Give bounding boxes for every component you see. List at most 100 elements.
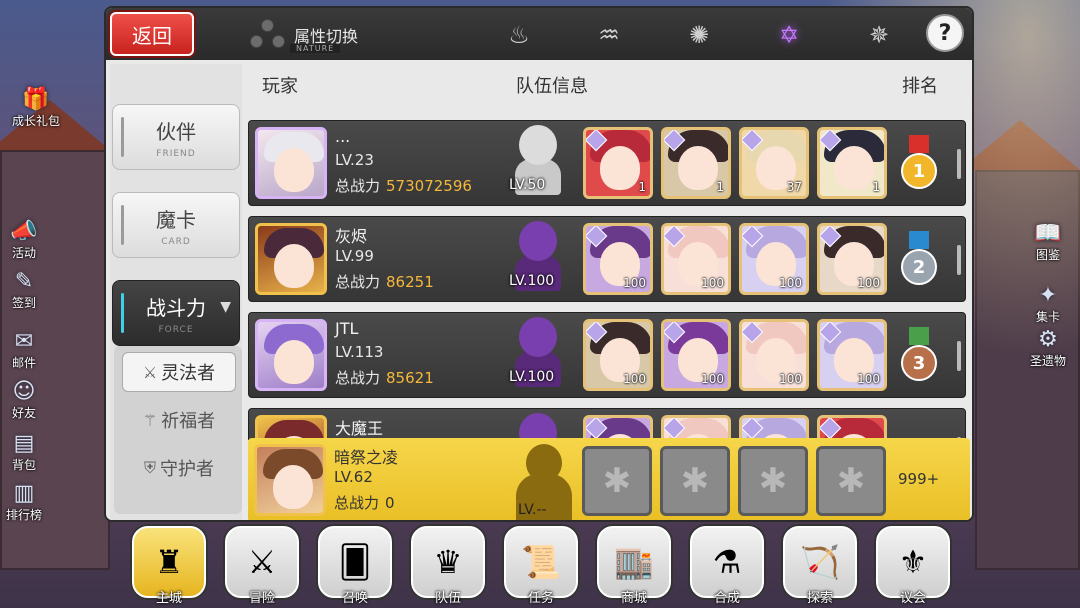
- nav-shop[interactable]: 🏬 商城: [597, 526, 671, 606]
- table-row[interactable]: 灰烬 LV.99 总战力 86251 LV.100 100 100 100 100 2: [248, 216, 966, 302]
- team-card[interactable]: 100: [583, 223, 653, 295]
- side-menu-checkin[interactable]: ✎ 签到: [0, 266, 56, 311]
- subtab-item[interactable]: ⚚ 祈福者: [122, 400, 236, 440]
- ranking-panel: 返回 属性切换 NATURE ♨ ♒ ✺ ✡ ✵ ? 玩家 队伍信息 排名 伙伴 FRIE…: [104, 6, 974, 522]
- empty-card-slot[interactable]: ✱: [816, 446, 886, 516]
- help-button[interactable]: ?: [926, 14, 964, 52]
- self-leader-level: LV.--: [518, 502, 547, 518]
- power-value: 86251: [386, 273, 434, 291]
- side-menu-ranking[interactable]: ▥ 排行榜: [0, 478, 56, 523]
- leader-level: LV.100: [509, 369, 555, 385]
- team-card[interactable]: 100: [661, 319, 731, 391]
- player-power: 总战力 573072596: [335, 175, 472, 196]
- nav-castle[interactable]: ♜ 主城: [132, 526, 206, 606]
- player-avatar[interactable]: [255, 223, 327, 295]
- tab-card[interactable]: 魔卡 CARD: [112, 192, 240, 258]
- summon-icon: 🂠: [338, 543, 372, 581]
- team-card[interactable]: 100: [817, 319, 887, 391]
- leader-character: [511, 403, 565, 440]
- nav-label: 召唤: [341, 591, 368, 606]
- player-avatar[interactable]: [255, 415, 327, 440]
- team-card[interactable]: 100: [739, 319, 809, 391]
- table-row[interactable]: JTL LV.113 总战力 85621 LV.100 100 100 100 100 3: [248, 312, 966, 398]
- side-menu-mail[interactable]: ✉ 邮件: [0, 326, 56, 371]
- player-level: LV.23: [335, 151, 374, 169]
- back-button[interactable]: 返回: [110, 12, 194, 56]
- side-menu-cards[interactable]: ✦ 集卡: [1016, 280, 1080, 325]
- class-subtabs: ⚔ 灵法者 ⚚ 祈福者 ⛨ 守护者: [114, 346, 242, 514]
- nature-switch[interactable]: 属性切换 NATURE: [250, 18, 358, 53]
- chevron-down-icon: ▼: [220, 299, 231, 315]
- tab-force[interactable]: 战斗力 FORCE ▼: [112, 280, 240, 346]
- side-menu-relic[interactable]: ⚙ 圣遗物: [1016, 324, 1080, 369]
- team-card[interactable]: 100: [583, 319, 653, 391]
- water-icon[interactable]: ♒: [592, 18, 626, 52]
- nav-explore[interactable]: 🏹 探索: [783, 526, 857, 606]
- card-level: 100: [779, 276, 802, 290]
- table-row[interactable]: 大魔王LV.95总战力: [248, 408, 966, 440]
- team-card[interactable]: [661, 415, 731, 440]
- bottom-nav: ♜ 主城 ⚔ 冒险 🂠 召唤 ♛ 队伍 📜 任务 🏬 商城 ⚗ 合成 🏹 探索 ⚜ 议会: [128, 526, 952, 608]
- player-name: JTL: [335, 319, 359, 338]
- rank-medal-icon: 1: [901, 135, 937, 193]
- ranking-list[interactable]: ... LV.23 总战力 573072596 LV.50 1 1 37 1 1 灰烬 LV.99 总战…: [248, 120, 970, 440]
- empty-card-slot[interactable]: ✱: [660, 446, 730, 516]
- side-menu-bag[interactable]: ▤ 背包: [0, 428, 56, 473]
- nav-council[interactable]: ⚜ 议会: [876, 526, 950, 606]
- tab-label: 魔卡: [156, 207, 196, 232]
- wind-icon[interactable]: ✺: [682, 18, 716, 52]
- team-card[interactable]: [739, 415, 809, 440]
- team-card[interactable]: 1: [661, 127, 731, 199]
- nav-label: 队伍: [434, 591, 461, 606]
- team-card[interactable]: 1: [817, 127, 887, 199]
- tab-friend[interactable]: 伙伴 FRIEND: [112, 104, 240, 170]
- table-row[interactable]: ... LV.23 总战力 573072596 LV.50 1 1 37 1 1: [248, 120, 966, 206]
- team-card[interactable]: 100: [661, 223, 731, 295]
- side-menu-label: 集卡: [1035, 310, 1060, 324]
- empty-card-slot[interactable]: ✱: [738, 446, 808, 516]
- flame-icon[interactable]: ♨: [502, 18, 536, 52]
- nav-label: 合成: [713, 591, 740, 606]
- team-card[interactable]: [583, 415, 653, 440]
- nav-sword[interactable]: ⚔ 冒险: [225, 526, 299, 606]
- gift-icon: 🎁: [22, 86, 50, 112]
- self-power-value: 0: [385, 494, 395, 512]
- team-card[interactable]: 1: [583, 127, 653, 199]
- self-avatar[interactable]: [254, 444, 326, 516]
- nav-quest[interactable]: 📜 任务: [504, 526, 578, 606]
- power-label: 总战力: [335, 369, 381, 387]
- side-menu-label: 图鉴: [1035, 248, 1060, 262]
- nav-team[interactable]: ♛ 队伍: [411, 526, 485, 606]
- side-menu-gift[interactable]: 🎁 成长礼包: [4, 84, 68, 129]
- leader-character: LV.50: [509, 120, 565, 203]
- player-avatar[interactable]: [255, 127, 327, 199]
- row-scroll-indicator: [957, 149, 961, 179]
- nav-synthesis[interactable]: ⚗ 合成: [690, 526, 764, 606]
- player-avatar[interactable]: [255, 319, 327, 391]
- book-icon: 📖: [1034, 220, 1062, 246]
- side-menu-book[interactable]: 📖 图鉴: [1016, 218, 1080, 263]
- side-menu-friends[interactable]: ☺ 好友: [0, 376, 56, 421]
- sword-icon: ⚔: [247, 543, 277, 581]
- card-level: 100: [779, 372, 802, 386]
- rank-number: 1: [901, 153, 937, 189]
- side-menu-megaphone[interactable]: 📣 活动: [0, 216, 56, 261]
- team-card[interactable]: 100: [739, 223, 809, 295]
- self-leader-silhouette: LV.--: [510, 438, 580, 520]
- arcane-icon[interactable]: ✡: [772, 18, 806, 52]
- council-icon: ⚜: [898, 543, 928, 581]
- player-level: LV.99: [335, 247, 374, 265]
- player-name: 灰烬: [335, 227, 368, 246]
- subtab-label: 守护者: [160, 459, 214, 480]
- friends-icon: ☺: [12, 378, 36, 404]
- team-card[interactable]: 37: [739, 127, 809, 199]
- subtab-item[interactable]: ⛨ 守护者: [122, 448, 236, 488]
- team-card[interactable]: 100: [817, 223, 887, 295]
- subtab-item[interactable]: ⚔ 灵法者: [122, 352, 236, 392]
- power-value: 85621: [386, 369, 434, 387]
- compass-icon[interactable]: ✵: [862, 18, 896, 52]
- nav-summon[interactable]: 🂠 召唤: [318, 526, 392, 606]
- empty-card-slot[interactable]: ✱: [582, 446, 652, 516]
- team-card[interactable]: [817, 415, 887, 440]
- leader-level: LV.50: [509, 177, 546, 193]
